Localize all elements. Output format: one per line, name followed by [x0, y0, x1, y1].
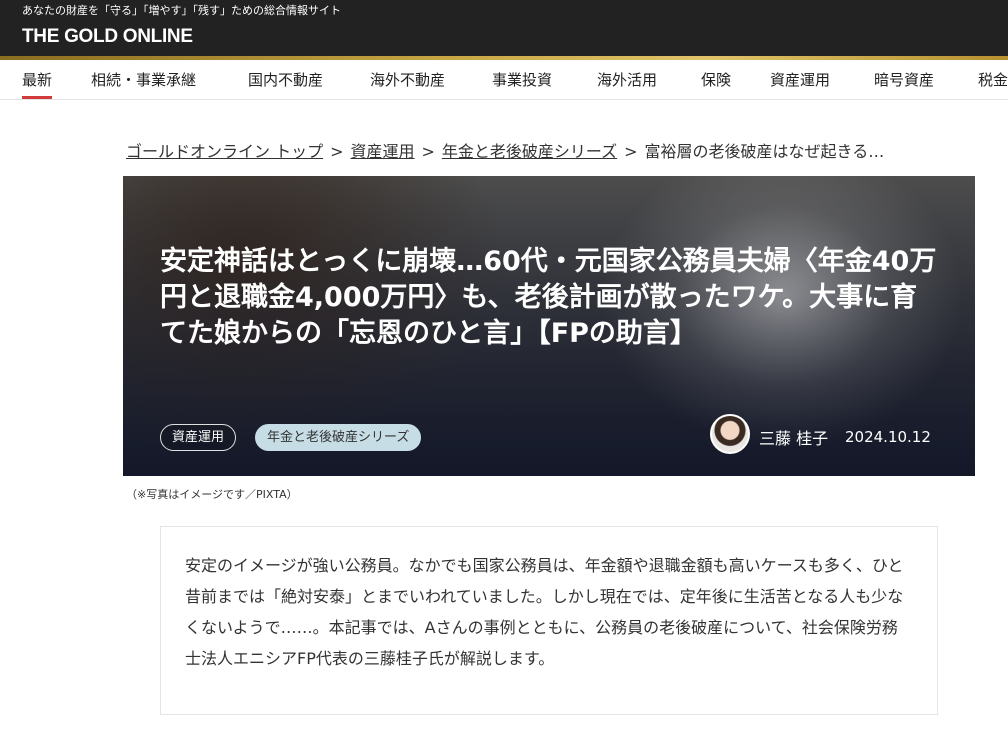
category-nav: 最新 相続・事業承継 国内不動産 海外不動産 事業投資 海外活用 保険 資産運用… [0, 60, 1008, 100]
site-header: あなたの財産を「守る」「増やす」「残す」ための総合情報サイト THE GOLD … [0, 0, 1008, 56]
nav-item-latest[interactable]: 最新 [22, 69, 53, 99]
breadcrumb-current: 富裕層の老後破産はなぜ起きる… [644, 142, 885, 161]
site-tagline: あなたの財産を「守る」「増やす」「残す」ための総合情報サイト [22, 4, 341, 17]
nav-item-crypto[interactable]: 暗号資産 [874, 69, 934, 90]
author-name[interactable]: 三藤 桂子 [759, 425, 828, 449]
nav-item-business-investment[interactable]: 事業投資 [492, 69, 552, 90]
nav-item-overseas-use[interactable]: 海外活用 [597, 69, 657, 90]
hero-image: 安定神話はとっくに崩壊…60代・元国家公務員夫婦〈年金40万円と退職金4,000… [123, 176, 975, 476]
nav-item-domestic-real-estate[interactable]: 国内不動産 [248, 69, 323, 90]
nav-item-overseas-real-estate[interactable]: 海外不動産 [370, 69, 445, 90]
nav-item-asset-management[interactable]: 資産運用 [770, 69, 830, 90]
article-lead: 安定のイメージが強い公務員。なかでも国家公務員は、年金額や退職金額も高いケースも… [160, 526, 938, 715]
breadcrumb-separator: > [624, 142, 638, 161]
tag-asset-management[interactable]: 資産運用 [160, 424, 237, 451]
article-title: 安定神話はとっくに崩壊…60代・元国家公務員夫婦〈年金40万円と退職金4,000… [160, 246, 937, 349]
tag-series[interactable]: 年金と老後破産シリーズ [255, 424, 422, 451]
author-avatar[interactable] [710, 414, 750, 454]
photo-caption: （※写真はイメージです／PIXTA） [126, 488, 298, 501]
breadcrumb: ゴールドオンライン トップ > 資産運用 > 年金と老後破産シリーズ > 富裕層の老後破産は… [126, 138, 884, 162]
breadcrumb-home-link[interactable]: ゴールドオンライン トップ [126, 142, 323, 161]
nav-item-tax[interactable]: 税金 [978, 69, 1008, 90]
breadcrumb-separator: > [330, 142, 344, 161]
nav-item-insurance[interactable]: 保険 [701, 69, 731, 90]
breadcrumb-series-link[interactable]: 年金と老後破産シリーズ [442, 142, 617, 161]
nav-item-inheritance[interactable]: 相続・事業承継 [91, 69, 196, 90]
breadcrumb-separator: > [421, 142, 435, 161]
publish-date: 2024.10.12 [845, 428, 931, 446]
site-logo[interactable]: THE GOLD ONLINE [22, 26, 193, 48]
breadcrumb-category-link[interactable]: 資産運用 [351, 142, 415, 161]
